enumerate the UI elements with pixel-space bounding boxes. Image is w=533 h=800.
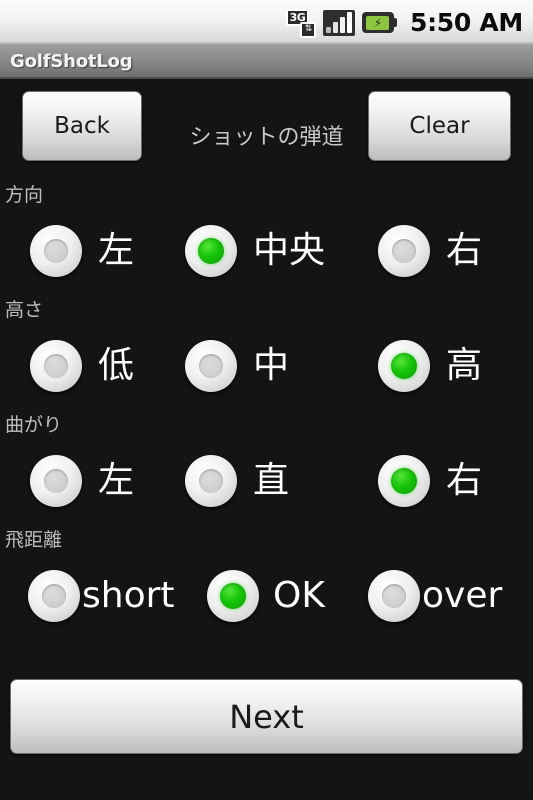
signal-bars-icon [322,9,355,36]
radio-button-icon[interactable] [185,455,237,507]
battery-charging-icon: ⚡ [361,12,397,33]
group-label-distance: 飛距離 [5,529,63,551]
clear-button[interactable]: Clear [368,91,511,161]
radio-option-label: OK [273,575,325,616]
radio-option-distance-over[interactable]: over [368,570,502,622]
next-button[interactable]: Next [10,679,523,754]
radio-button-icon[interactable] [30,455,82,507]
signal-bar-2 [332,21,338,33]
radio-button-icon[interactable] [378,225,430,277]
app-title: GolfShotLog [10,50,133,72]
radio-group-direction: 方向 左 中央 右 [0,183,533,298]
radio-option-label: short [82,575,175,616]
3g-icon: 3G ⇅ [285,8,316,38]
radio-option-label: 低 [98,345,135,386]
radio-group-curve: 曲がり 左 直 右 [0,413,533,528]
title-bar: GolfShotLog [0,45,533,79]
battery-cap [393,18,397,27]
radio-option-label: 中央 [253,230,326,271]
radio-option-height-low[interactable]: 低 [30,340,134,392]
radio-option-direction-right[interactable]: 右 [378,225,482,277]
data-transfer-arrows-icon: ⇅ [299,21,316,38]
radio-option-label: 高 [446,345,483,386]
options-distance: short OK over [0,552,533,640]
radio-group-height: 高さ 低 中 高 [0,298,533,413]
back-button[interactable]: Back [22,91,142,161]
signal-bar-4 [346,11,352,33]
radio-option-distance-ok[interactable]: OK [207,570,325,622]
radio-groups: 方向 左 中央 右 高さ 低 中 高 曲がり 左 直 右 飛距離 short O… [0,159,533,643]
app-screen: 3G ⇅ ⚡ 5:50 AM GolfShotLog Back ショットの弾道 … [0,0,533,800]
radio-option-label: 右 [446,460,483,501]
radio-button-icon[interactable] [185,225,237,277]
radio-option-curve-left[interactable]: 左 [30,455,134,507]
radio-button-icon[interactable] [30,340,82,392]
radio-group-distance: 飛距離 short OK over [0,528,533,643]
radio-option-direction-center[interactable]: 中央 [185,225,325,277]
radio-option-distance-short[interactable]: short [28,570,175,622]
status-icons: 3G ⇅ ⚡ 5:50 AM [285,8,523,38]
radio-option-label: 左 [98,460,135,501]
options-direction: 左 中央 右 [0,207,533,295]
group-label-direction: 方向 [5,184,44,206]
radio-button-icon[interactable] [378,340,430,392]
battery-fill: ⚡ [366,15,390,30]
radio-option-label: over [422,575,503,616]
signal-bar-1 [325,26,331,33]
radio-option-curve-straight[interactable]: 直 [185,455,289,507]
radio-option-direction-left[interactable]: 左 [30,225,134,277]
status-bar: 3G ⇅ ⚡ 5:50 AM [0,0,533,45]
group-label-height: 高さ [5,299,44,321]
options-curve: 左 直 右 [0,437,533,525]
radio-button-icon[interactable] [207,570,259,622]
radio-option-label: 左 [98,230,135,271]
radio-button-icon[interactable] [30,225,82,277]
signal-bar-3 [339,16,345,33]
options-height: 低 中 高 [0,322,533,410]
status-bar-clock: 5:50 AM [409,8,523,37]
radio-option-label: 中 [253,345,290,386]
radio-option-label: 右 [446,230,483,271]
radio-option-curve-right[interactable]: 右 [378,455,482,507]
toolbar: Back ショットの弾道 Clear [0,79,533,161]
radio-option-height-high[interactable]: 高 [378,340,482,392]
radio-option-label: 直 [253,460,290,501]
radio-button-icon[interactable] [368,570,420,622]
radio-button-icon[interactable] [378,455,430,507]
main-content: Back ショットの弾道 Clear 方向 左 中央 右 高さ 低 中 高 曲が… [0,79,533,798]
group-label-curve: 曲がり [5,414,63,436]
screen-subtitle: ショットの弾道 [189,125,344,150]
radio-button-icon[interactable] [28,570,80,622]
radio-option-height-mid[interactable]: 中 [185,340,289,392]
radio-button-icon[interactable] [185,340,237,392]
lightning-bolt-icon: ⚡ [373,15,383,30]
